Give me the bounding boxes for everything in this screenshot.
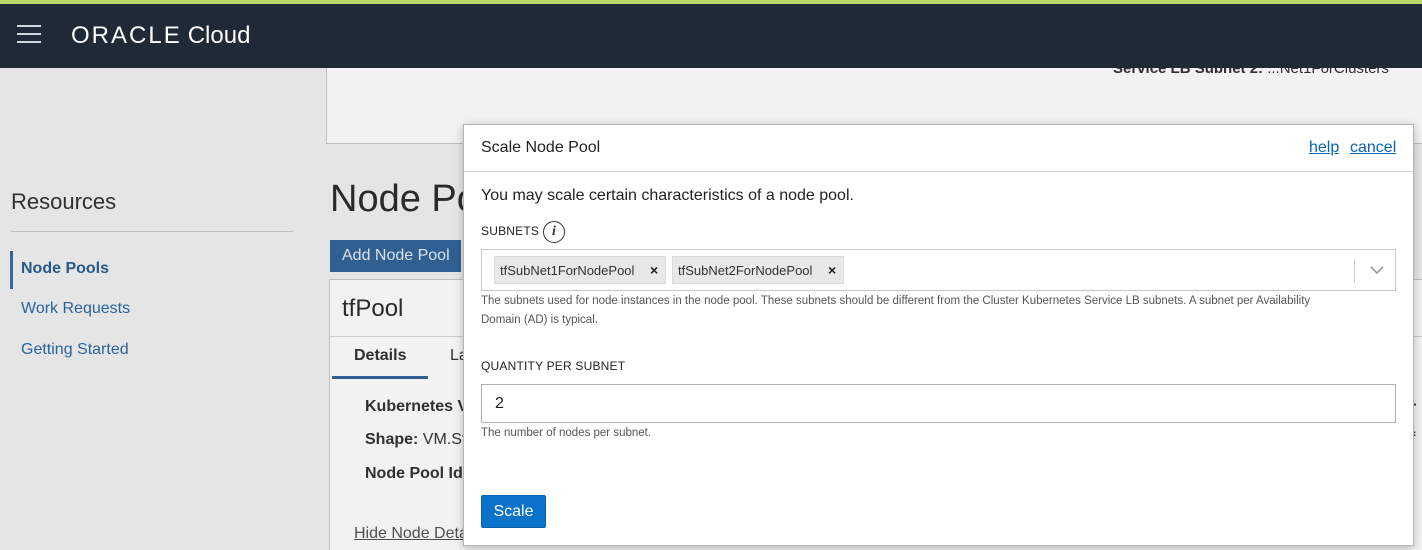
subnet-chip-label: tfSubNet2ForNodePool	[678, 263, 813, 278]
subnet-chip: tfSubNet2ForNodePool ×	[672, 256, 844, 284]
cancel-link[interactable]: cancel	[1350, 139, 1396, 157]
logo-suffix: Cloud	[187, 22, 251, 49]
hamburger-menu-icon[interactable]	[17, 25, 41, 45]
remove-chip-icon[interactable]: ×	[650, 262, 658, 278]
subnets-label: SUBNETS	[481, 224, 540, 238]
remove-chip-icon[interactable]: ×	[828, 262, 836, 278]
scale-node-pool-dialog: Scale Node Pool help cancel You may scal…	[463, 124, 1414, 546]
scale-button[interactable]: Scale	[481, 495, 546, 528]
subnet-chip-label: tfSubNet1ForNodePool	[500, 263, 635, 278]
oracle-cloud-logo[interactable]: ORACLE Cloud	[71, 22, 250, 50]
dialog-intro-text: You may scale certain characteristics of…	[481, 187, 854, 204]
subnets-help-line-1: The subnets used for node instances in t…	[481, 295, 1311, 307]
quantity-per-subnet-input[interactable]	[481, 384, 1396, 423]
quantity-label: QUANTITY PER SUBNET	[481, 359, 626, 373]
quantity-help-text: The number of nodes per subnet.	[481, 427, 652, 439]
top-navigation-bar: ORACLE Cloud	[0, 4, 1422, 68]
subnet-chip: tfSubNet1ForNodePool ×	[494, 256, 666, 284]
help-link[interactable]: help	[1309, 139, 1339, 157]
dialog-header: Scale Node Pool help cancel	[464, 125, 1413, 172]
info-icon[interactable]: i	[543, 221, 565, 243]
subnets-multiselect[interactable]: tfSubNet1ForNodePool × tfSubNet2ForNodeP…	[481, 249, 1396, 291]
subnets-help-line-2: Domain (AD) is typical.	[481, 314, 598, 326]
chevron-down-icon[interactable]	[1368, 261, 1386, 279]
multiselect-separator	[1354, 259, 1355, 283]
logo-brand: ORACLE	[71, 22, 182, 49]
dialog-title: Scale Node Pool	[481, 139, 601, 156]
